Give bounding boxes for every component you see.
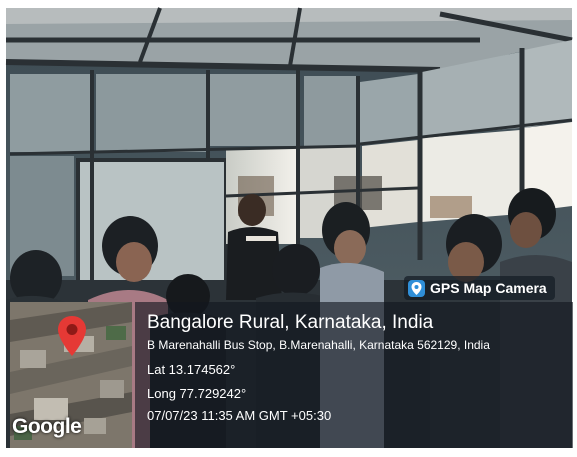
location-title: Bangalore Rural, Karnataka, India (147, 312, 434, 333)
datetime-text: 07/07/23 11:35 AM GMT +05:30 (147, 408, 332, 423)
location-pin-icon (58, 316, 86, 356)
address-text: B Marenahalli Bus Stop, B.Marenahalli, K… (147, 338, 490, 352)
geotag-panel: Bangalore Rural, Karnataka, India B Mare… (135, 302, 573, 448)
latitude-text: Lat 13.174562° (147, 362, 236, 377)
google-attribution: Google (12, 415, 82, 438)
badge-label: GPS Map Camera (430, 280, 547, 296)
longitude-text: Long 77.729242° (147, 386, 247, 401)
gps-map-camera-badge: GPS Map Camera (404, 276, 555, 300)
map-pin-camera-icon (408, 279, 425, 297)
